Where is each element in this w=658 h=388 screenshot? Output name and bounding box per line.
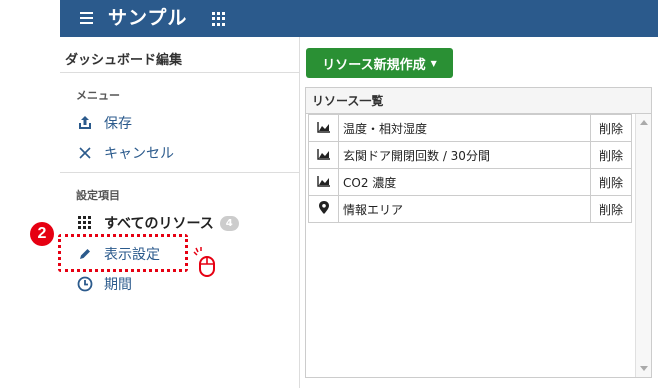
cancel-button[interactable]: キャンセル [76,142,174,164]
resource-count-badge: 4 [219,215,239,231]
delete-button[interactable]: 削除 [590,195,632,223]
new-resource-label: リソース新規作成 [322,57,426,73]
highlight-box [58,234,188,272]
sidebar-item-all-resources[interactable]: すべてのリソース 4 [76,212,239,234]
table-row[interactable]: 情報エリア 削除 [308,195,632,223]
settings-section-label: 設定項目 [76,189,120,202]
area-chart-icon [308,114,339,142]
table-row[interactable]: CO2 濃度 削除 [308,168,632,196]
resource-name[interactable]: CO2 濃度 [338,168,591,196]
new-resource-button[interactable]: リソース新規作成 ▼ [306,48,453,78]
save-label: 保存 [104,116,132,132]
area-chart-icon [308,141,339,169]
resource-list-panel: リソース一覧 温度・相対湿度 削除 玄関ドア開閉回数 / 30分間 削除 CO2… [305,87,652,378]
scroll-up-icon[interactable] [640,120,648,125]
period-label: 期間 [104,277,132,293]
app-header: サンプル [60,0,658,37]
sidebar-item-period[interactable]: 期間 [76,273,132,295]
resource-name[interactable]: 情報エリア [338,195,591,223]
area-chart-icon [308,168,339,196]
resource-name[interactable]: 玄関ドア開閉回数 / 30分間 [338,141,591,169]
divider [60,172,300,173]
dashboard-edit-panel: ダッシュボード編集 メニュー 保存 キャンセル 設定項目 すべてのリソース 4 … [60,37,300,388]
delete-button[interactable]: 削除 [590,168,632,196]
table-row[interactable]: 温度・相対湿度 削除 [308,114,632,142]
close-icon [76,144,94,162]
table-row[interactable]: 玄関ドア開閉回数 / 30分間 削除 [308,141,632,169]
resource-list-title: リソース一覧 [306,88,651,114]
scrollbar[interactable] [635,114,651,377]
save-button[interactable]: 保存 [76,112,132,134]
step-number-badge: 2 [30,222,54,246]
delete-button[interactable]: 削除 [590,114,632,142]
divider [60,72,300,73]
upload-icon [76,114,94,132]
resource-name[interactable]: 温度・相対湿度 [338,114,591,142]
resource-list-body: 温度・相対湿度 削除 玄関ドア開閉回数 / 30分間 削除 CO2 濃度 削除 [306,114,636,377]
scroll-down-icon[interactable] [640,366,648,371]
grid-icon [76,214,94,232]
mouse-click-icon [192,246,222,278]
delete-button[interactable]: 削除 [590,141,632,169]
all-resources-label: すべてのリソース [104,216,214,232]
menu-section-label: メニュー [76,89,120,102]
hamburger-icon[interactable] [80,12,93,24]
map-marker-icon [308,195,339,223]
clock-icon [76,275,94,293]
caret-down-icon: ▼ [430,58,437,68]
panel-title: ダッシュボード編集 [65,53,183,68]
grid-icon[interactable] [212,12,226,26]
app-title: サンプル [108,7,188,29]
cancel-label: キャンセル [104,146,174,162]
resource-table: 温度・相対湿度 削除 玄関ドア開閉回数 / 30分間 削除 CO2 濃度 削除 [308,114,632,223]
